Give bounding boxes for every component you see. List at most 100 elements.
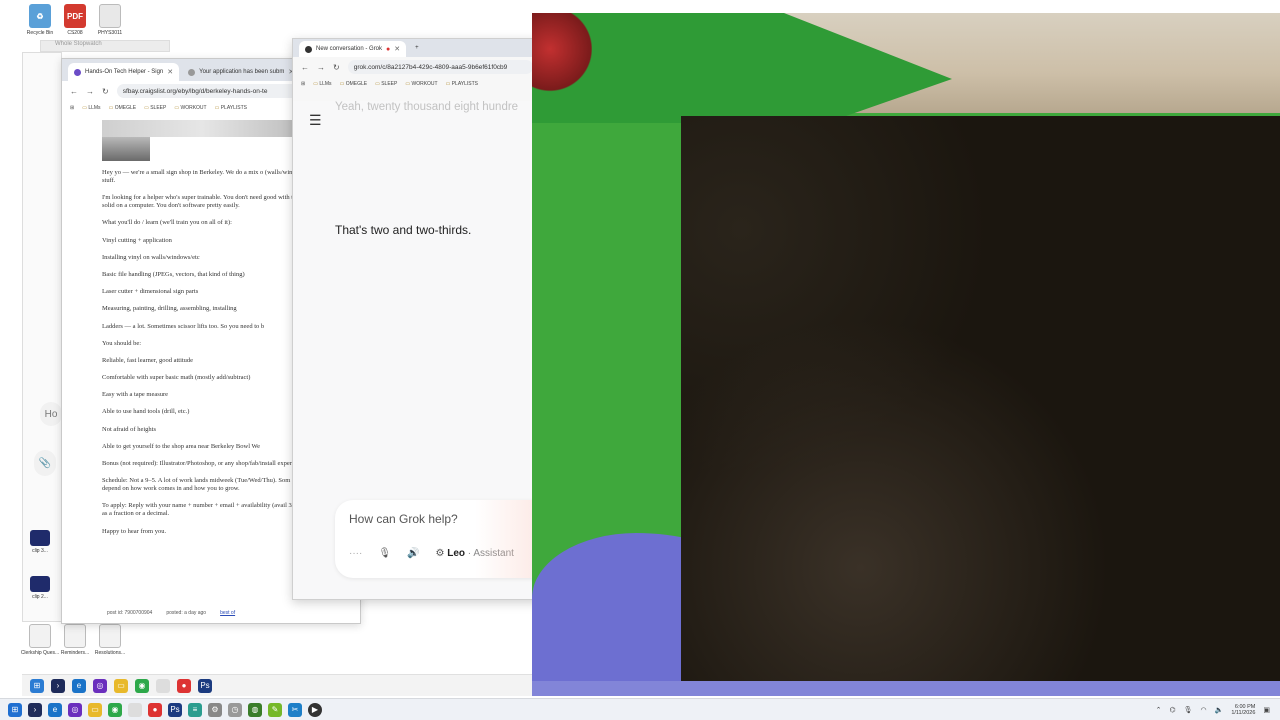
post-header-image <box>102 120 302 137</box>
dark-video-overlay <box>681 116 1280 681</box>
side-panel-stub[interactable]: Ho <box>40 402 62 426</box>
pen-icon[interactable]: ✎ <box>268 702 282 717</box>
navigation-bar: ← → ↻ grok.com/c/8a2127b4-429c-4809-aaa5… <box>293 57 541 77</box>
close-tab-icon[interactable]: ✕ <box>394 45 400 53</box>
recording-dot-icon: ● <box>386 45 391 53</box>
video-file-icon-2[interactable]: clip 2... <box>22 576 58 600</box>
doc-desktop-icon-3[interactable]: Resolutions... <box>92 624 128 656</box>
desktop: ♻ Recycle Bin PDF CS208 PHYS3011 Whole S… <box>0 0 1280 700</box>
photoshop-icon[interactable]: Ps <box>198 678 212 693</box>
speaker-icon[interactable]: 🔊 <box>407 548 419 559</box>
video-file-icon-1[interactable]: clip 3... <box>22 530 58 554</box>
best-of-link[interactable]: best of <box>220 610 235 616</box>
tab-craigslist-post[interactable]: Hands-On Tech Helper - Sign ✕ <box>68 63 180 81</box>
folder-icon[interactable]: ▭ <box>114 678 128 693</box>
document-icon <box>99 624 121 648</box>
game-icon[interactable]: ● <box>177 678 191 693</box>
bookmark-llms[interactable]: LLMs <box>313 81 331 87</box>
file-icon[interactable] <box>128 702 142 717</box>
video-thumbnail-icon <box>30 576 50 592</box>
new-tab-button[interactable]: + <box>409 39 425 57</box>
bookmark-workout[interactable]: WORKOUT <box>405 81 437 87</box>
terminal-icon[interactable]: › <box>28 702 42 717</box>
network-icon[interactable]: ⌬ <box>1169 706 1175 714</box>
pdf-desktop-icon[interactable]: PDF CS208 <box>57 4 93 36</box>
chrome-icon[interactable]: ◉ <box>108 702 122 717</box>
notepad-icon[interactable]: ≡ <box>188 702 202 717</box>
stopwatch-window[interactable]: Whole Stopwatch <box>40 40 170 52</box>
bookmark-llms[interactable]: LLMs <box>82 105 100 111</box>
notification-icon[interactable]: ▣ <box>1263 706 1270 714</box>
sliders-icon: ⚙ <box>435 548 445 559</box>
grok-conversation: Yeah, twenty thousand eight hundre ☰ Tha… <box>293 101 541 599</box>
paperclip-icon[interactable]: 📎 <box>34 450 56 476</box>
post-footer: post id: 7900700904 posted: a day ago be… <box>107 610 236 616</box>
edge-icon[interactable]: e <box>48 702 62 717</box>
tab-application-submitted[interactable]: Your application has been subm ✕ <box>182 63 300 81</box>
menu-icon[interactable]: ☰ <box>309 113 323 127</box>
close-tab-icon[interactable]: ✕ <box>167 68 173 76</box>
prompt-input[interactable] <box>349 512 529 526</box>
video-thumbnail-icon <box>30 530 50 546</box>
taskbar: ⊞ › e ◎ ▭ ◉ ● Ps ≡ ⚙ ◷ ◍ ✎ ✂ ▶ ⌃ ⌬ 🎙 ◠ 🔈… <box>0 698 1280 720</box>
bookmark-playlists[interactable]: PLAYLISTS <box>215 105 247 111</box>
settings-icon[interactable]: ⚙ <box>208 702 222 717</box>
site-favicon-icon <box>188 68 196 76</box>
tab-strip: New conversation - Grok ● ✕ + <box>293 39 541 57</box>
bookmark-sleep[interactable]: SLEEP <box>375 81 397 87</box>
bookmark-workout[interactable]: WORKOUT <box>174 105 206 111</box>
forward-icon[interactable]: → <box>317 63 325 72</box>
terminal-icon[interactable]: › <box>51 678 65 693</box>
file-desktop-icon[interactable]: PHYS3011 <box>92 4 128 36</box>
document-icon <box>29 624 51 648</box>
doc-desktop-icon-1[interactable]: Clerkship Ques... <box>21 624 59 656</box>
grok-favicon-icon <box>305 45 312 53</box>
document-icon <box>99 4 121 28</box>
doc-desktop-icon-2[interactable]: Reminders... <box>57 624 93 656</box>
file-icon[interactable] <box>156 678 170 693</box>
address-bar[interactable]: grok.com/c/8a2127b4-429c-4809-aaa5-9b6ef… <box>347 60 533 74</box>
media-player-icon[interactable]: ▶ <box>308 702 322 717</box>
prompt-box: ···· 🎙 🔊 ⚙ Leo · Assistant <box>335 500 541 578</box>
back-icon[interactable]: ← <box>70 87 78 96</box>
xbox-icon[interactable]: ◍ <box>248 702 262 717</box>
microphone-icon[interactable]: 🎙 <box>1184 706 1193 714</box>
chevron-up-icon[interactable]: ⌃ <box>1156 706 1162 714</box>
reload-icon[interactable]: ↻ <box>102 87 109 96</box>
chrome-icon[interactable]: ◉ <box>135 678 149 693</box>
bookmarks-bar: ⊞ LLMs OMEGLE SLEEP WORKOUT PLAYLISTS <box>293 77 541 91</box>
bookmark-playlists[interactable]: PLAYLISTS <box>446 81 478 87</box>
photoshop-icon[interactable]: Ps <box>168 702 182 717</box>
game-icon[interactable]: ● <box>148 702 162 717</box>
post-thumbnail-image[interactable] <box>102 137 150 161</box>
recycle-bin-desktop-icon[interactable]: ♻ Recycle Bin <box>22 4 58 36</box>
app-icon[interactable]: ◎ <box>68 702 82 717</box>
clock-app-icon[interactable]: ◷ <box>228 702 242 717</box>
forward-icon[interactable]: → <box>86 87 94 96</box>
apps-grid-icon[interactable]: ⊞ <box>301 81 305 87</box>
folder-icon[interactable]: ▭ <box>88 702 102 717</box>
back-icon[interactable]: ← <box>301 63 309 72</box>
voice-settings-button[interactable]: ⚙ Leo · Assistant <box>435 548 513 559</box>
edge-icon[interactable]: e <box>72 678 86 693</box>
bookmark-omegle[interactable]: OMEGLE <box>340 81 367 87</box>
app-icon[interactable]: ◎ <box>93 678 107 693</box>
microphone-icon[interactable]: 🎙 <box>378 548 391 559</box>
wifi-icon[interactable]: ◠ <box>1200 706 1206 714</box>
prompt-toolbar: ···· 🎙 🔊 ⚙ Leo · Assistant <box>349 548 514 559</box>
apps-grid-icon[interactable]: ⊞ <box>70 105 74 111</box>
system-tray: ⌃ ⌬ 🎙 ◠ 🔈 6:00 PM 1/11/2026 ▣ <box>1156 699 1270 720</box>
windows-start-icon[interactable]: ⊞ <box>8 702 22 717</box>
bookmark-omegle[interactable]: OMEGLE <box>109 105 136 111</box>
bookmark-sleep[interactable]: SLEEP <box>144 105 166 111</box>
taskbar-clock[interactable]: 6:00 PM 1/11/2026 <box>1231 704 1255 717</box>
previous-message: Yeah, twenty thousand eight hundre <box>335 101 519 113</box>
snipping-icon[interactable]: ✂ <box>288 702 302 717</box>
dots-icon[interactable]: ···· <box>349 548 362 559</box>
red-object <box>532 13 592 103</box>
volume-icon[interactable]: 🔈 <box>1215 706 1224 714</box>
reload-icon[interactable]: ↻ <box>333 63 340 72</box>
grok-browser-window[interactable]: New conversation - Grok ● ✕ + ← → ↻ grok… <box>292 38 542 600</box>
windows-start-icon[interactable]: ⊞ <box>30 678 44 693</box>
tab-grok-conversation[interactable]: New conversation - Grok ● ✕ <box>299 41 407 57</box>
